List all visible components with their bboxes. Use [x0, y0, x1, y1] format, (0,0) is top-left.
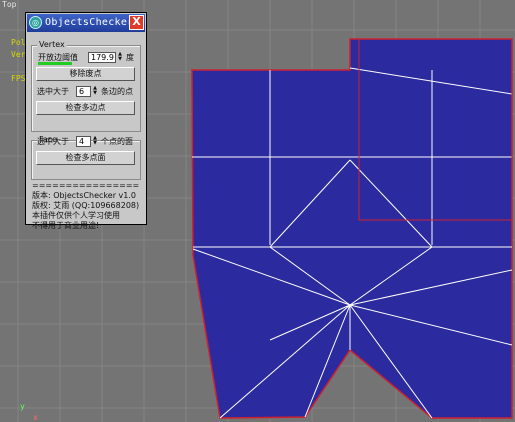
polygon-stat-label: Pol: [11, 38, 26, 47]
remove-isolated-vertices-button[interactable]: 移除废点: [36, 67, 135, 81]
axis-y-label: y: [20, 402, 25, 411]
threshold-spinner-input[interactable]: 179.9: [88, 52, 116, 63]
polygon-mesh: [191, 38, 513, 419]
vertex-select-suffix: 条边的点: [101, 87, 133, 96]
vertex-group-label: Vertex: [37, 39, 67, 50]
vertex-edge-count-arrows[interactable]: ▲ ▼: [92, 86, 98, 97]
window-title: ObjectsChecker: [45, 17, 134, 28]
viewport-label[interactable]: Top: [2, 0, 16, 9]
axis-x-label: x: [33, 413, 38, 422]
notice-text-2: 不得用于商业用途!: [32, 221, 100, 230]
threshold-highlight: [38, 62, 72, 65]
threshold-unit-label: 度: [126, 53, 134, 62]
info-panel: ================================ 版本: Obj…: [32, 181, 144, 231]
close-button[interactable]: X: [129, 15, 144, 30]
face-select-suffix: 个点的面: [101, 137, 133, 146]
copyright-text: 版权: 艾雨 (QQ:109668208): [32, 201, 140, 210]
version-text: 版本: ObjectsChecker v1.0: [32, 191, 136, 200]
face-vertex-count-input[interactable]: 4: [76, 136, 91, 147]
threshold-spinner-arrows[interactable]: ▲ ▼: [117, 52, 123, 63]
vertex-edge-count-input[interactable]: 6: [76, 86, 91, 97]
separator-line: ================================: [32, 181, 140, 190]
notice-text-1: 本插件仅供个人学习使用: [32, 211, 120, 220]
vertex-select-prefix: 选中大于: [37, 87, 69, 96]
vertex-stat-label: Ver: [11, 50, 26, 59]
window-titlebar[interactable]: ◎ ObjectsChecker X: [27, 14, 145, 32]
app-icon[interactable]: ◎: [29, 16, 42, 29]
mesh-surface: [191, 38, 513, 419]
face-select-prefix: 选中大于: [37, 137, 69, 146]
face-vertex-count-arrows[interactable]: ▲ ▼: [92, 136, 98, 147]
objectschecker-window: ◎ ObjectsChecker X Vertex 开放边阈值 179.9 ▲ ▼…: [25, 12, 147, 230]
check-multi-vertex-faces-button[interactable]: 检查多点面: [36, 151, 135, 165]
fps-label: FPS: [11, 74, 26, 83]
check-multi-edge-vertices-button[interactable]: 检查多边点: [36, 101, 135, 115]
